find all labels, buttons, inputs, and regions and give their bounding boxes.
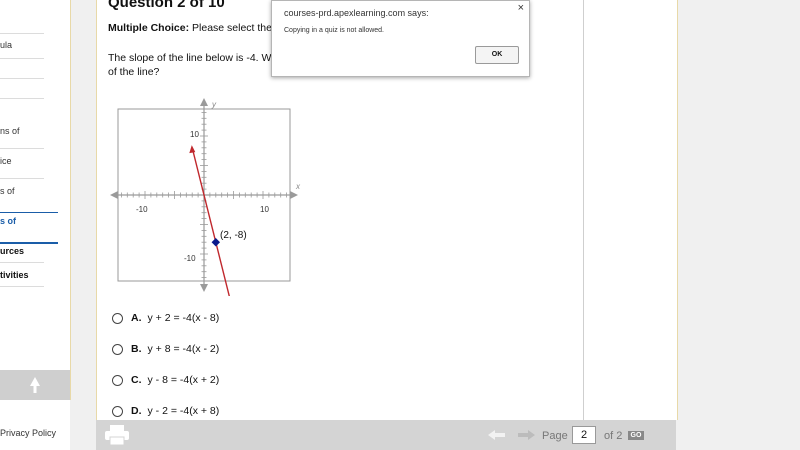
tick-label-neg-y: -10 bbox=[184, 254, 196, 263]
choice-text: y + 8 = -4(x - 2) bbox=[147, 343, 220, 355]
radio-button[interactable] bbox=[112, 374, 123, 386]
page-total: of 2 bbox=[604, 430, 623, 442]
up-arrow-icon bbox=[30, 377, 40, 393]
choice-letter: C. bbox=[131, 374, 142, 386]
sidebar-item[interactable]: ula bbox=[0, 40, 44, 50]
choice-letter: A. bbox=[131, 312, 142, 324]
sidebar-item[interactable]: ice bbox=[0, 156, 44, 166]
sidebar-item-activities[interactable]: tivities bbox=[0, 270, 44, 280]
ok-button[interactable]: OK bbox=[475, 46, 519, 64]
choice-text: y - 2 = -4(x + 8) bbox=[147, 405, 220, 417]
y-axis-label: y bbox=[211, 100, 217, 109]
instruction-label: Multiple Choice: bbox=[108, 22, 190, 34]
choice-text: y - 8 = -4(x + 2) bbox=[147, 374, 220, 386]
active-indicator bbox=[0, 212, 58, 213]
page-label: Page bbox=[542, 430, 568, 442]
divider bbox=[0, 78, 44, 79]
choice-c[interactable]: C. y - 8 = -4(x + 2) bbox=[112, 374, 219, 386]
choice-a[interactable]: A. y + 2 = -4(x - 8) bbox=[112, 312, 219, 324]
print-icon[interactable] bbox=[104, 425, 130, 445]
sidebar-item[interactable]: s of bbox=[0, 186, 44, 196]
instruction-rest: Please select the bbox=[192, 22, 272, 34]
y-axis-arrow-up bbox=[200, 98, 208, 106]
dialog-title: courses-prd.apexlearning.com says: bbox=[284, 8, 429, 18]
x-axis-label: x bbox=[295, 182, 301, 191]
next-arrow-icon[interactable] bbox=[518, 430, 536, 440]
tick-label-pos-y: 10 bbox=[190, 130, 199, 139]
question-prompt-line2: of the line? bbox=[108, 66, 160, 78]
sidebar-item-resources[interactable]: urces bbox=[0, 246, 44, 256]
choice-d[interactable]: D. y - 2 = -4(x + 8) bbox=[112, 405, 219, 417]
divider bbox=[0, 58, 44, 59]
active-indicator bbox=[0, 242, 58, 244]
divider bbox=[0, 98, 44, 99]
y-axis-arrow-down bbox=[200, 284, 208, 292]
prev-arrow-icon[interactable] bbox=[488, 430, 506, 440]
close-icon[interactable]: × bbox=[518, 2, 524, 14]
question-prompt-line1: The slope of the line below is -4. W bbox=[108, 52, 272, 64]
radio-button[interactable] bbox=[112, 405, 123, 417]
point-label: (2, -8) bbox=[220, 230, 247, 241]
tick-label-neg-x: -10 bbox=[136, 205, 148, 214]
go-button[interactable]: GO bbox=[628, 431, 644, 440]
sidebar-item-active[interactable]: s of bbox=[0, 216, 44, 226]
divider bbox=[0, 178, 44, 179]
divider bbox=[0, 262, 44, 263]
tick-label-pos-x: 10 bbox=[260, 205, 269, 214]
sidebar: ula ns of ice s of s of urces tivities P… bbox=[0, 0, 71, 450]
divider bbox=[0, 148, 44, 149]
divider bbox=[0, 33, 44, 34]
panel-divider bbox=[583, 0, 584, 420]
privacy-policy-link[interactable]: Privacy Policy bbox=[0, 428, 56, 438]
question-title: Question 2 of 10 bbox=[108, 0, 225, 11]
instruction-text: Multiple Choice: Please select the bbox=[108, 22, 272, 34]
choice-b[interactable]: B. y + 8 = -4(x - 2) bbox=[112, 343, 219, 355]
x-axis-arrow-left bbox=[110, 191, 118, 199]
radio-button[interactable] bbox=[112, 343, 123, 355]
divider bbox=[0, 286, 44, 287]
page-number-input[interactable]: 2 bbox=[572, 426, 596, 444]
alert-dialog: courses-prd.apexlearning.com says: × Cop… bbox=[271, 0, 530, 77]
right-empty-area bbox=[700, 0, 800, 450]
dialog-message: Copying in a quiz is not allowed. bbox=[284, 27, 385, 34]
sidebar-item[interactable]: ns of bbox=[0, 126, 44, 136]
sidebar-list: ula ns of ice s of s of urces tivities bbox=[0, 0, 71, 400]
scroll-up-button[interactable] bbox=[0, 370, 70, 400]
coordinate-graph: -10 10 10 -10 x y (2, -8) bbox=[110, 98, 301, 296]
x-axis-arrow-right bbox=[290, 191, 298, 199]
choice-letter: D. bbox=[131, 405, 142, 417]
radio-button[interactable] bbox=[112, 312, 123, 324]
bottom-toolbar: Page 2 of 2 GO bbox=[96, 420, 676, 450]
choice-text: y + 2 = -4(x - 8) bbox=[147, 312, 220, 324]
choice-letter: B. bbox=[131, 343, 142, 355]
